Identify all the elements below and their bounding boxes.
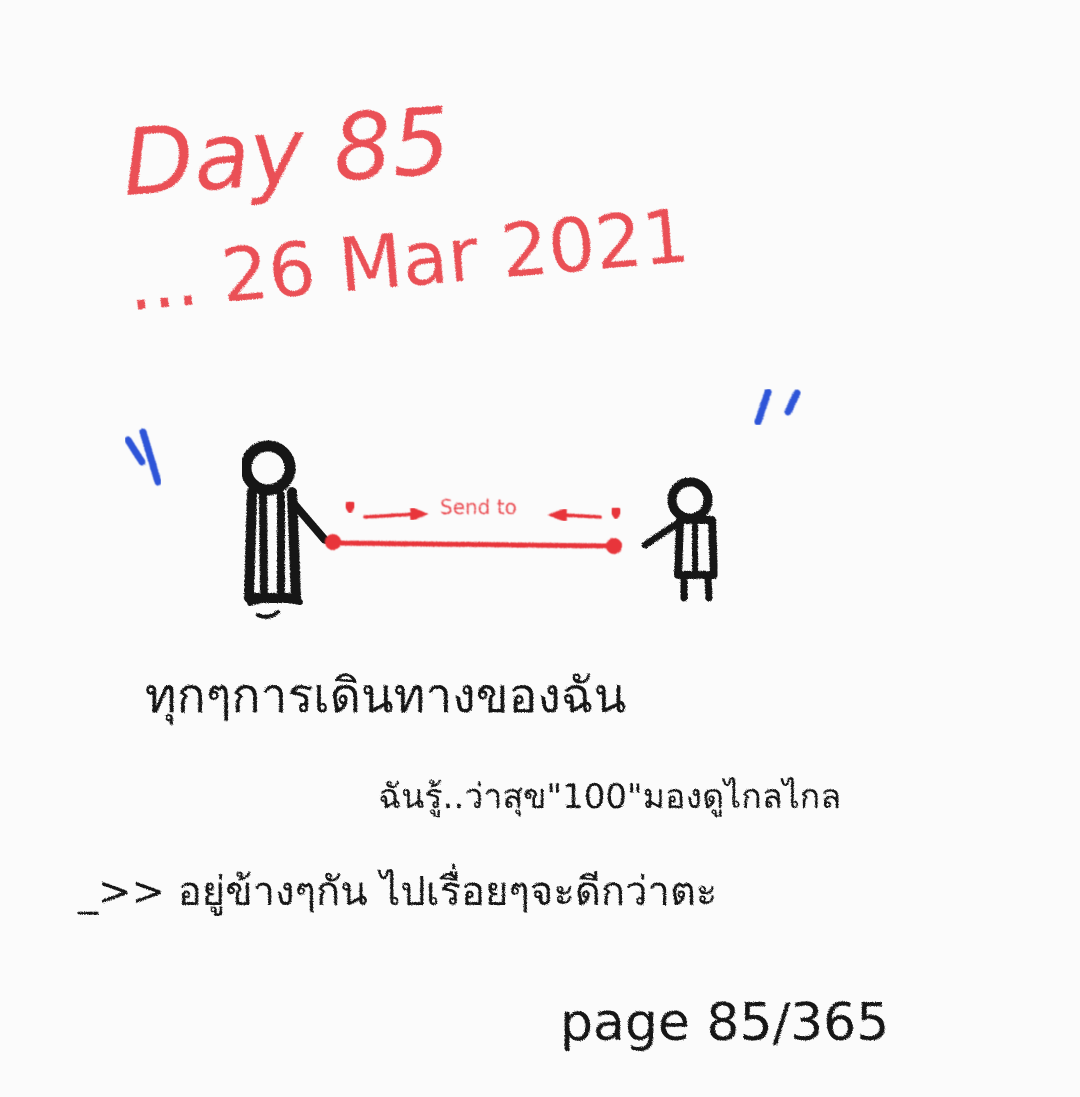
connection-line (325, 534, 622, 554)
opening-quote-marks (124, 428, 162, 486)
page-counter: page 85/365 (560, 993, 889, 1053)
title-date: ... 26 Mar 2021 (124, 193, 693, 328)
left-pointing-arrow-icon (547, 507, 602, 523)
title-day: Day 85 (119, 87, 454, 217)
handwritten-line-3: _>> อยู่ข้างๆกัน ไปเรื่อยๆจะดีกว่าตะ (77, 864, 717, 915)
drawing-canvas: Day 85 ... 26 Mar 2021 Send to ทุกๆการเด… (0, 0, 1080, 1097)
sketch-svg: Day 85 ... 26 Mar 2021 Send to ทุกๆการเด… (77, 87, 889, 1053)
tall-figure (240, 440, 329, 619)
closing-quote-marks (754, 388, 801, 426)
handwritten-line-1: ทุกๆการเดินทางของฉัน (145, 668, 626, 725)
arrow-label: Send to (440, 495, 517, 519)
right-pointing-arrow-icon (363, 506, 429, 522)
handwritten-line-2: ฉันรู้..ว่าสุข"100"มองดูไกลไกล (378, 777, 841, 817)
small-figure (641, 477, 718, 602)
right-heart-icon (610, 507, 622, 521)
left-heart-icon (344, 501, 356, 515)
